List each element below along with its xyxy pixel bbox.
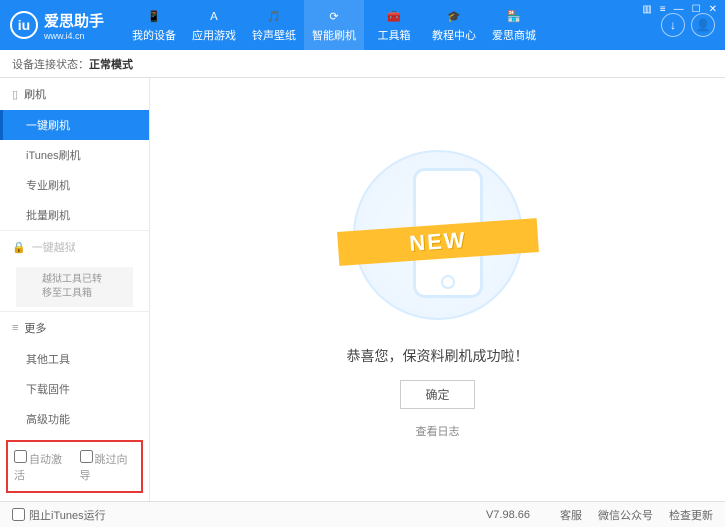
- footer: 阻止iTunes运行 V7.98.66 客服微信公众号检查更新: [0, 501, 725, 527]
- status-value: 正常模式: [89, 56, 133, 72]
- sidebar-item-more-1[interactable]: 下载固件: [0, 374, 149, 404]
- header: iu 爱思助手 www.i4.cn 📱 我的设备 Ａ 应用游戏 🎵 铃声壁纸 ⟳ 智能刷机 🧰 工…: [0, 0, 725, 50]
- success-illustration: NEW: [338, 140, 538, 330]
- minimize-icon[interactable]: —: [674, 4, 684, 15]
- main-nav: 📱 我的设备 Ａ 应用游戏 🎵 铃声壁纸 ⟳ 智能刷机 🧰 工具箱 🎓 教程中心 🏪 爱思商城: [124, 0, 661, 50]
- logo[interactable]: iu 爱思助手 www.i4.cn: [10, 10, 104, 41]
- auto-activate-checkbox[interactable]: [14, 450, 27, 463]
- nav-label: 爱思商城: [492, 27, 536, 43]
- version-label: V7.98.66: [486, 509, 530, 521]
- nav-item-6[interactable]: 🏪 爱思商城: [484, 0, 544, 50]
- nav-label: 我的设备: [132, 27, 176, 43]
- view-log-link[interactable]: 查看日志: [416, 423, 460, 439]
- auto-activate-option[interactable]: 自动激活: [14, 450, 70, 483]
- success-message: 恭喜您，保资料刷机成功啦！: [347, 346, 529, 366]
- nav-item-2[interactable]: 🎵 铃声壁纸: [244, 0, 304, 50]
- ok-button[interactable]: 确定: [400, 380, 474, 409]
- sidebar: ▯ 刷机 一键刷机iTunes刷机专业刷机批量刷机 🔒 一键越狱 越狱工具已转移…: [0, 78, 150, 501]
- sidebar-section-flash[interactable]: ▯ 刷机: [0, 78, 149, 110]
- sidebar-flash-title: 刷机: [24, 86, 46, 102]
- logo-icon: iu: [10, 11, 38, 39]
- phone-icon: ▯: [12, 88, 18, 101]
- lock-icon: 🔒: [12, 241, 26, 254]
- win-menu-icon[interactable]: ▥: [642, 4, 651, 15]
- close-icon[interactable]: ✕: [709, 4, 717, 15]
- sidebar-item-more-0[interactable]: 其他工具: [0, 344, 149, 374]
- sidebar-item-flash-2[interactable]: 专业刷机: [0, 170, 149, 200]
- menu-icon: ≡: [12, 322, 18, 334]
- nav-label: 智能刷机: [312, 27, 356, 43]
- nav-icon-1-icon: Ａ: [205, 7, 223, 25]
- nav-icon-0-icon: 📱: [145, 7, 163, 25]
- nav-label: 工具箱: [378, 27, 411, 43]
- nav-icon-3-icon: ⟳: [325, 7, 343, 25]
- sidebar-item-flash-0[interactable]: 一键刷机: [0, 110, 149, 140]
- nav-icon-4-icon: 🧰: [385, 7, 403, 25]
- nav-label: 教程中心: [432, 27, 476, 43]
- nav-item-3[interactable]: ⟳ 智能刷机: [304, 0, 364, 50]
- block-itunes-label: 阻止iTunes运行: [29, 507, 106, 523]
- app-url: www.i4.cn: [44, 31, 104, 41]
- main-content: NEW 恭喜您，保资料刷机成功啦！ 确定 查看日志: [150, 78, 725, 501]
- nav-item-0[interactable]: 📱 我的设备: [124, 0, 184, 50]
- nav-icon-6-icon: 🏪: [505, 7, 523, 25]
- block-itunes-checkbox[interactable]: [12, 508, 25, 521]
- sidebar-more-title: 更多: [24, 320, 46, 336]
- skip-guide-option[interactable]: 跳过向导: [80, 450, 136, 483]
- footer-link-2[interactable]: 检查更新: [669, 507, 713, 523]
- status-bar: 设备连接状态： 正常模式: [0, 50, 725, 78]
- footer-link-0[interactable]: 客服: [560, 507, 582, 523]
- footer-link-1[interactable]: 微信公众号: [598, 507, 653, 523]
- sidebar-item-more-2[interactable]: 高级功能: [0, 404, 149, 434]
- sidebar-section-jailbreak: 🔒 一键越狱: [0, 231, 149, 263]
- win-tray-icon[interactable]: ≡: [660, 4, 666, 15]
- nav-label: 铃声壁纸: [252, 27, 296, 43]
- options-highlight-box: 自动激活 跳过向导: [6, 440, 143, 493]
- maximize-icon[interactable]: ☐: [692, 4, 701, 15]
- download-icon[interactable]: ↓: [661, 13, 685, 37]
- status-label: 设备连接状态：: [12, 56, 89, 72]
- sidebar-item-flash-3[interactable]: 批量刷机: [0, 200, 149, 230]
- sidebar-jailbreak-title: 一键越狱: [32, 239, 76, 255]
- nav-item-4[interactable]: 🧰 工具箱: [364, 0, 424, 50]
- user-icon[interactable]: 👤: [691, 13, 715, 37]
- nav-icon-5-icon: 🎓: [445, 7, 463, 25]
- nav-icon-2-icon: 🎵: [265, 7, 283, 25]
- skip-guide-checkbox[interactable]: [80, 450, 93, 463]
- sidebar-section-more[interactable]: ≡ 更多: [0, 312, 149, 344]
- app-name: 爱思助手: [44, 10, 104, 31]
- nav-label: 应用游戏: [192, 27, 236, 43]
- nav-item-5[interactable]: 🎓 教程中心: [424, 0, 484, 50]
- nav-item-1[interactable]: Ａ 应用游戏: [184, 0, 244, 50]
- jailbreak-note: 越狱工具已转移至工具箱: [16, 267, 133, 307]
- sidebar-item-flash-1[interactable]: iTunes刷机: [0, 140, 149, 170]
